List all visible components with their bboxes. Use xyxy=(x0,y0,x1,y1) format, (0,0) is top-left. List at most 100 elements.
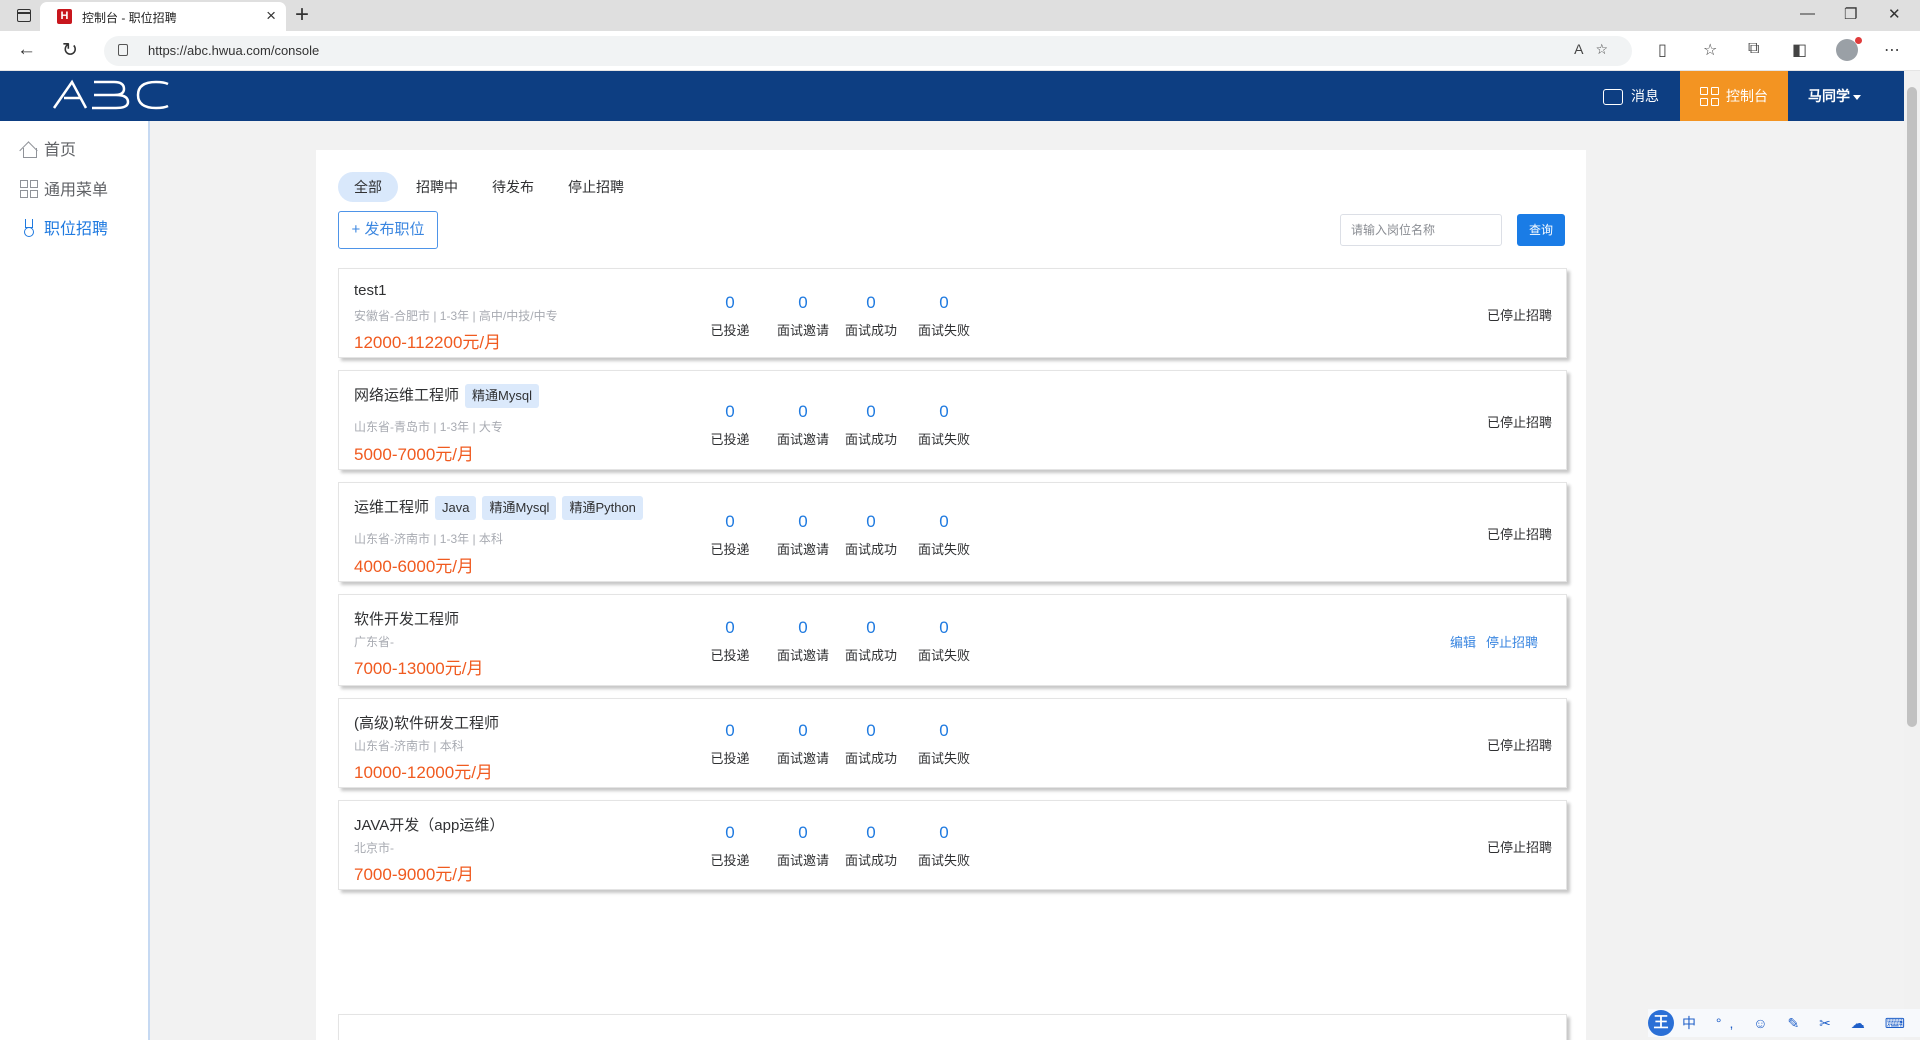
extension-icon[interactable]: ◧ xyxy=(1792,40,1807,60)
split-screen-icon[interactable]: ▯ xyxy=(1658,40,1667,60)
url-text[interactable]: https://abc.hwua.com/console xyxy=(148,43,319,58)
job-title[interactable]: 网络运维工程师 xyxy=(354,387,459,404)
job-title-row: 软件开发工程师 xyxy=(354,608,459,629)
edit-job-link[interactable]: 编辑 xyxy=(1450,635,1476,650)
search-button[interactable]: 查询 xyxy=(1517,214,1565,246)
job-stat[interactable]: 0 面试成功 xyxy=(836,618,906,664)
job-stat[interactable]: 0 面试邀请 xyxy=(768,512,838,558)
job-search-input[interactable] xyxy=(1340,214,1502,246)
ime-tool-icons[interactable]: 中 °, ☺ ✎ ✂ ☁ ⌨ ♙ ♞ ⚙ xyxy=(1682,1013,1920,1033)
console-label: 控制台 xyxy=(1726,88,1768,104)
job-stat[interactable]: 0 面试成功 xyxy=(836,293,906,339)
user-menu[interactable]: 马同学 xyxy=(1808,71,1861,121)
stat-count: 0 xyxy=(939,512,949,531)
job-stat[interactable]: 0 面试邀请 xyxy=(768,402,838,448)
job-title[interactable]: test1 xyxy=(354,282,387,299)
job-stat[interactable]: 0 面试邀请 xyxy=(768,823,838,869)
job-stat[interactable]: 0 面试成功 xyxy=(836,823,906,869)
sidebar-item-label: 首页 xyxy=(44,142,77,159)
sidebar-item-job-recruitment[interactable]: 职位招聘 xyxy=(20,218,108,242)
job-meta: 山东省-济南市 | 1-3年 | 本科 xyxy=(354,532,503,546)
browser-tab[interactable]: H 控制台 - 职位招聘 × xyxy=(40,2,286,31)
stat-label: 面试邀请 xyxy=(776,432,829,447)
stat-label: 面试邀请 xyxy=(776,853,829,868)
job-stat[interactable]: 0 已投递 xyxy=(695,823,765,869)
scrollbar-thumb[interactable] xyxy=(1907,87,1917,727)
stat-label: 已投递 xyxy=(710,853,750,868)
sidebar-item-home[interactable]: 首页 xyxy=(20,139,76,163)
job-stat[interactable]: 0 面试失败 xyxy=(909,823,979,869)
favicon-icon: H xyxy=(57,9,72,24)
skill-tag: Java xyxy=(435,496,477,521)
restore-icon[interactable]: ❐ xyxy=(1844,5,1857,23)
job-stat[interactable]: 0 已投递 xyxy=(695,721,765,767)
abc-logo[interactable] xyxy=(52,76,172,119)
tab-title: 控制台 - 职位招聘 xyxy=(82,11,177,25)
job-stat[interactable]: 0 已投递 xyxy=(695,512,765,558)
favorites-icon[interactable]: ☆ xyxy=(1703,40,1717,60)
close-window-icon[interactable]: ✕ xyxy=(1888,5,1901,23)
job-stat[interactable]: 0 已投递 xyxy=(695,293,765,339)
tab-recruiting[interactable]: 招聘中 xyxy=(400,172,474,202)
job-title[interactable]: JAVA开发（app运维） xyxy=(354,817,504,834)
job-stat[interactable]: 0 面试成功 xyxy=(836,512,906,558)
stop-recruiting-link[interactable]: 停止招聘 xyxy=(1486,635,1538,650)
url-box[interactable]: https://abc.hwua.com/console A☆ xyxy=(104,36,1632,66)
stat-label: 面试邀请 xyxy=(776,323,829,338)
job-meta: 北京市- xyxy=(354,841,394,855)
publish-job-button[interactable]: + 发布职位 xyxy=(338,211,438,249)
messages-link[interactable]: 消息 xyxy=(1603,71,1659,121)
stat-count: 0 xyxy=(725,512,735,531)
job-stat[interactable]: 0 面试成功 xyxy=(836,721,906,767)
job-stat[interactable]: 0 面试失败 xyxy=(909,618,979,664)
job-stat[interactable]: 0 面试失败 xyxy=(909,293,979,339)
ime-logo-icon[interactable]: 王 xyxy=(1648,1010,1674,1036)
stat-label: 已投递 xyxy=(710,751,750,766)
stat-count: 0 xyxy=(725,402,735,421)
job-title[interactable]: 运维工程师 xyxy=(354,499,429,516)
new-tab-icon[interactable]: + xyxy=(295,1,309,29)
stat-label: 面试失败 xyxy=(917,432,970,447)
more-icon[interactable]: ⋯ xyxy=(1884,40,1900,60)
job-title[interactable]: 软件开发工程师 xyxy=(354,611,459,628)
stat-count: 0 xyxy=(939,618,949,637)
stat-count: 0 xyxy=(725,721,735,740)
stat-count: 0 xyxy=(798,618,808,637)
tab-pending[interactable]: 待发布 xyxy=(476,172,550,202)
stat-label: 面试成功 xyxy=(844,648,897,663)
minimize-icon[interactable]: — xyxy=(1800,5,1815,22)
stat-count: 0 xyxy=(939,293,949,312)
job-stat[interactable]: 0 面试失败 xyxy=(909,721,979,767)
collections-icon[interactable]: ⧉ xyxy=(1748,40,1759,58)
job-stat[interactable]: 0 已投递 xyxy=(695,402,765,448)
read-aloud-and-favorite-icons[interactable]: A☆ xyxy=(1574,41,1620,58)
skill-tag: 精通Mysql xyxy=(465,384,539,409)
job-stat[interactable]: 0 面试邀请 xyxy=(768,721,838,767)
tab-stopped[interactable]: 停止招聘 xyxy=(552,172,640,202)
filter-tabs: 全部 招聘中 待发布 停止招聘 xyxy=(338,172,642,202)
lock-icon xyxy=(118,44,128,56)
window-menu-icon[interactable] xyxy=(17,9,31,22)
close-tab-icon[interactable]: × xyxy=(266,6,276,26)
stat-label: 已投递 xyxy=(710,542,750,557)
console-link[interactable]: 控制台 xyxy=(1680,71,1788,121)
profile-avatar[interactable] xyxy=(1836,37,1862,61)
job-stat[interactable]: 0 面试失败 xyxy=(909,402,979,448)
refresh-icon[interactable]: ↻ xyxy=(62,39,78,62)
sidebar-item-general-menu[interactable]: 通用菜单 xyxy=(20,179,108,203)
job-stat[interactable]: 0 面试成功 xyxy=(836,402,906,448)
job-title[interactable]: (高级)软件研发工程师 xyxy=(354,715,499,732)
back-icon[interactable]: ← xyxy=(17,39,36,61)
browser-address-bar: ← ↻ https://abc.hwua.com/console A☆ ▯ ☆ … xyxy=(0,31,1920,71)
stat-label: 面试失败 xyxy=(917,853,970,868)
skill-tag: 精通Mysql xyxy=(482,496,557,521)
stat-label: 面试邀请 xyxy=(776,648,829,663)
tab-all[interactable]: 全部 xyxy=(338,172,398,202)
job-stat[interactable]: 0 面试邀请 xyxy=(768,293,838,339)
job-stat[interactable]: 0 面试邀请 xyxy=(768,618,838,664)
stat-label: 已投递 xyxy=(710,432,750,447)
job-stat[interactable]: 0 已投递 xyxy=(695,618,765,664)
caret-down-icon xyxy=(1853,94,1861,100)
job-stat[interactable]: 0 面试失败 xyxy=(909,512,979,558)
page-scrollbar[interactable] xyxy=(1904,71,1920,1040)
